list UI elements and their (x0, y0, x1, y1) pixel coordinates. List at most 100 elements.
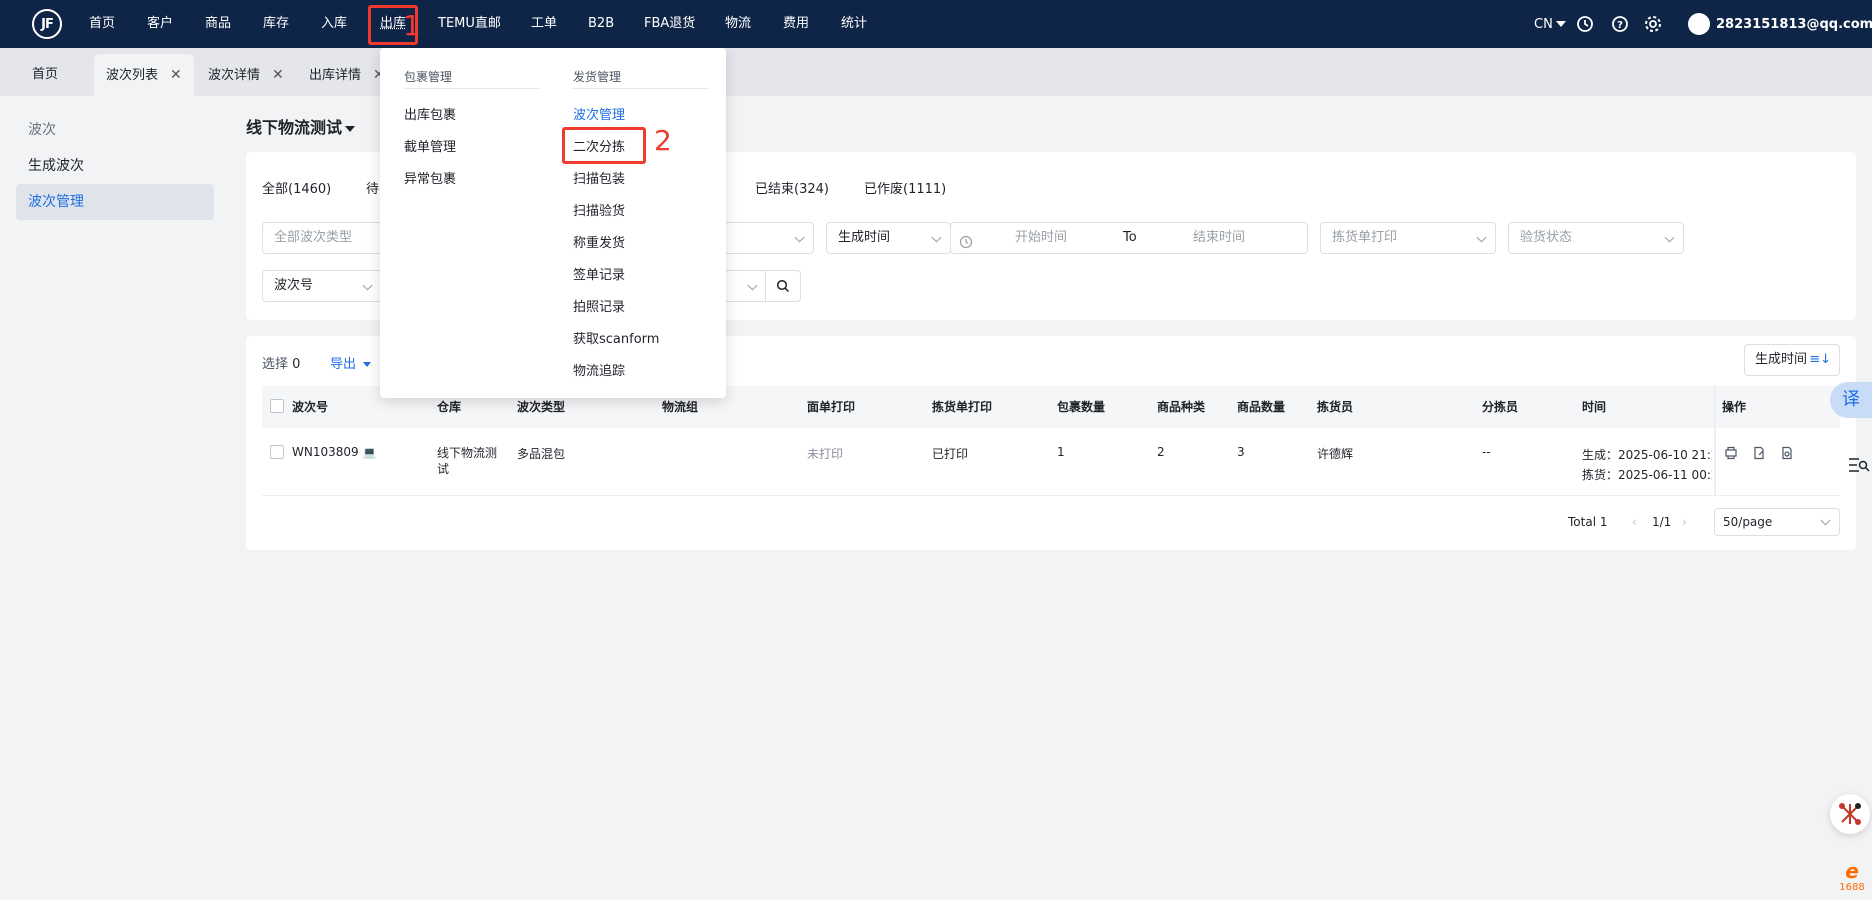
nav-stats[interactable]: 统计 (841, 0, 867, 48)
next-page-icon[interactable]: › (1682, 515, 1687, 529)
end-date-input[interactable]: 结束时间 (1193, 223, 1245, 253)
chevron-down-icon (1476, 232, 1487, 243)
wave-type-select[interactable]: 全部波次类型 (262, 222, 382, 254)
filter-select-hidden[interactable] (724, 222, 814, 254)
close-icon[interactable]: ✕ (170, 67, 182, 83)
time-type-select[interactable]: 生成时间 (826, 222, 951, 254)
qty-cell: 3 (1237, 445, 1245, 459)
svg-text:?: ? (1617, 20, 1623, 31)
menu-item-exception-packages[interactable]: 异常包裹 (404, 168, 456, 187)
user-menu[interactable]: 2823151813@qq.com (1688, 0, 1872, 48)
select-all-checkbox[interactable] (270, 399, 284, 413)
sorter-cell: -- (1482, 445, 1491, 459)
help-icon[interactable]: ? (1611, 0, 1629, 48)
network-widget-button[interactable] (1830, 794, 1870, 834)
divider (404, 88, 540, 89)
nav-workorder[interactable]: 工单 (531, 0, 557, 48)
nav-fba-returns[interactable]: FBA退货 (644, 0, 695, 48)
status-tab-voided[interactable]: 已作废(1111) (864, 178, 946, 197)
tab-label: 首页 (32, 67, 59, 82)
menu-item-get-scanform[interactable]: 获取scanform (573, 328, 659, 347)
nav-inventory[interactable]: 库存 (263, 0, 289, 48)
close-icon[interactable]: ✕ (272, 67, 284, 83)
inspect-status-select[interactable]: 验货状态 (1508, 222, 1684, 254)
label-print-cell: 未打印 (807, 447, 844, 461)
translate-button[interactable]: 译 (1830, 382, 1872, 418)
sidebar-item-wave-management[interactable]: 波次管理 (16, 184, 214, 220)
search-button[interactable] (765, 270, 801, 302)
row-checkbox[interactable] (270, 445, 284, 459)
sku-types-cell: 2 (1157, 445, 1165, 459)
menu-item-tracking[interactable]: 物流追踪 (573, 360, 625, 379)
nav-temu[interactable]: TEMU直邮 (438, 0, 501, 48)
selected-count: 0 (292, 357, 301, 372)
menu-item-outbound-packages[interactable]: 出库包裹 (404, 104, 456, 123)
nav-products[interactable]: 商品 (205, 0, 231, 48)
wave-no-cell[interactable]: WN103809 💻 (292, 445, 376, 459)
status-tab-all[interactable]: 全部(1460) (262, 178, 331, 197)
col-actions: 操作 (1722, 400, 1747, 414)
sidebar-item-generate-wave[interactable]: 生成波次 (16, 148, 214, 184)
print-icon[interactable] (1724, 446, 1738, 464)
edit-doc-icon[interactable] (1752, 446, 1766, 464)
caret-down-icon (1555, 21, 1566, 27)
pick-print-select[interactable]: 拣货单打印 (1320, 222, 1496, 254)
warehouse-cell: 线下物流测试 (437, 445, 497, 477)
annotation-number-1: 1 (403, 9, 421, 42)
time-cell: 生成：2025-06-10 21:27 拣货：2025-06-11 00:25 (1582, 445, 1712, 485)
menu-item-weigh-ship[interactable]: 称重发货 (573, 232, 625, 251)
tab-label: 波次列表 (106, 68, 159, 83)
brand-badge[interactable]: e 1688 (1834, 860, 1870, 896)
picker-cell: 许德辉 (1317, 447, 1354, 461)
packages-cell: 1 (1057, 445, 1065, 459)
export-button[interactable]: 导出 (330, 353, 372, 372)
app-logo[interactable]: JF (32, 9, 62, 39)
nav-home[interactable]: 首页 (89, 0, 115, 48)
menu-item-order-intercept[interactable]: 截单管理 (404, 136, 456, 155)
warehouse-line-1: 线下物流测 (437, 446, 498, 460)
caret-down-icon (363, 362, 372, 367)
status-tab-finished[interactable]: 已结束(324) (755, 178, 829, 197)
status-tab-pending[interactable]: 待 (366, 178, 379, 197)
laptop-icon[interactable]: 💻 (362, 446, 376, 459)
search-field-select[interactable]: 波次号 (262, 270, 382, 302)
menu-item-photo-records[interactable]: 拍照记录 (573, 296, 625, 315)
search-input[interactable] (724, 270, 766, 302)
col-time: 时间 (1582, 400, 1607, 414)
date-range-picker[interactable]: 开始时间 To 结束时间 (950, 222, 1308, 254)
selection-count: 选择 0 (262, 353, 300, 372)
tab-wave-list[interactable]: 波次列表 ✕ (94, 54, 194, 96)
tab-home[interactable]: 首页 (20, 54, 70, 96)
page-size-select[interactable]: 50/page (1714, 508, 1840, 536)
caret-down-icon (345, 125, 356, 132)
search-doc-icon[interactable] (1780, 446, 1794, 464)
menu-item-scan-inspect[interactable]: 扫描验货 (573, 200, 625, 219)
page-indicator: 1/1 (1652, 515, 1672, 529)
col-packages: 包裹数量 (1057, 400, 1106, 414)
nav-customers[interactable]: 客户 (147, 0, 173, 48)
nav-inbound[interactable]: 入库 (321, 0, 347, 48)
tab-wave-detail[interactable]: 波次详情 ✕ (196, 54, 296, 96)
sort-button[interactable]: 生成时间 ≡↓ (1744, 344, 1840, 376)
page-size-label: 50/page (1723, 515, 1773, 529)
clock-icon[interactable] (1576, 0, 1594, 48)
col-logistics-group: 物流组 (662, 400, 699, 414)
nav-logistics[interactable]: 物流 (725, 0, 751, 48)
menu-item-scan-pack[interactable]: 扫描包装 (573, 168, 625, 187)
export-label: 导出 (330, 357, 357, 372)
menu-item-wave-management[interactable]: 波次管理 (573, 104, 625, 123)
prev-page-icon[interactable]: ‹ (1632, 515, 1637, 529)
chevron-down-icon (794, 232, 805, 243)
created-time: 生成：2025-06-10 21:27 (1582, 448, 1712, 462)
nav-b2b[interactable]: B2B (588, 0, 614, 48)
chevron-down-icon (747, 280, 758, 291)
search-panel-icon[interactable] (1848, 456, 1870, 478)
menu-item-sign-records[interactable]: 签单记录 (573, 264, 625, 283)
col-warehouse: 仓库 (437, 400, 462, 414)
nav-fees[interactable]: 费用 (783, 0, 809, 48)
gear-icon[interactable] (1644, 0, 1662, 48)
date-range-separator: To (1123, 230, 1137, 245)
warehouse-selector[interactable]: 线下物流测试 (246, 114, 356, 138)
start-date-input[interactable]: 开始时间 (1015, 223, 1067, 253)
language-switch[interactable]: CN (1534, 0, 1566, 48)
